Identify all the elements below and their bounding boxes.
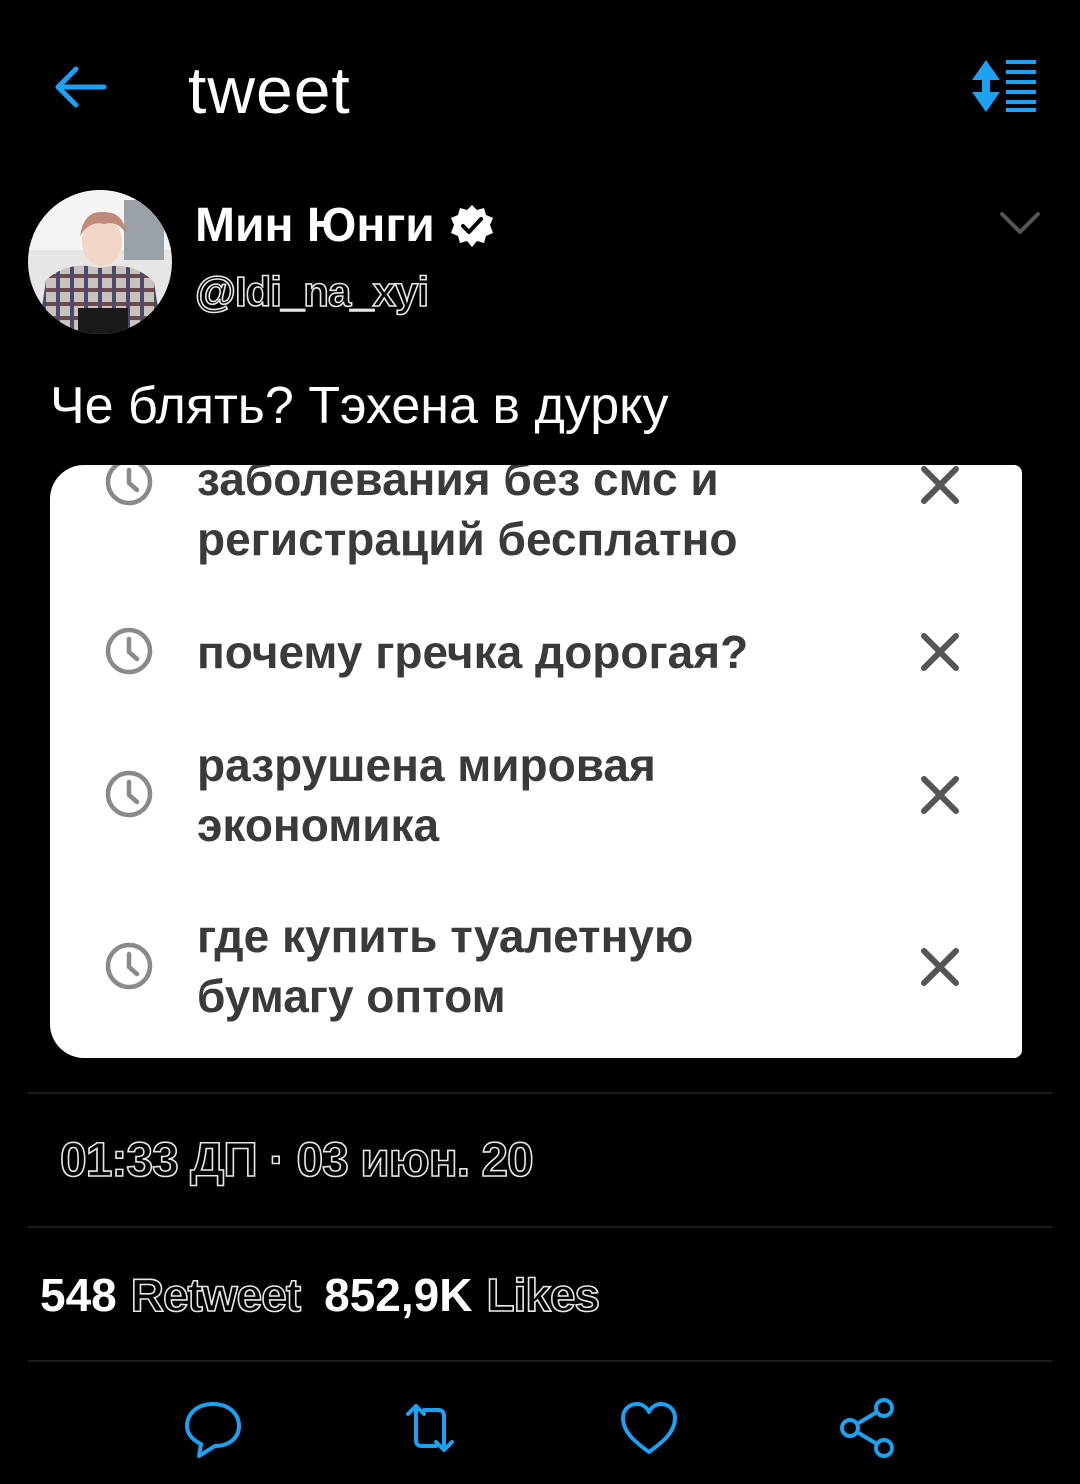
clock-icon <box>105 942 153 990</box>
like-icon[interactable] <box>617 1396 681 1460</box>
history-line: экономика <box>197 799 440 851</box>
reply-icon[interactable] <box>181 1396 245 1460</box>
close-icon[interactable] <box>918 630 962 674</box>
chevron-down-icon[interactable] <box>998 206 1042 242</box>
history-line: где купить туалетную <box>197 910 694 962</box>
share-icon[interactable] <box>836 1396 900 1460</box>
clock-icon <box>105 465 153 506</box>
arrow-left-icon[interactable] <box>50 62 108 112</box>
sort-icon[interactable] <box>966 58 1042 114</box>
timestamp: 01:33 ДП · 03 июн. 20 <box>59 1133 535 1188</box>
divider <box>28 1226 1052 1228</box>
retweet-count[interactable]: 548 <box>40 1268 117 1322</box>
like-label[interactable]: Likes <box>486 1268 601 1322</box>
divider <box>28 1092 1052 1094</box>
user-handle[interactable]: @Idi_na_xyi <box>194 267 430 316</box>
tweet-time: 01:33 ДП <box>59 1133 258 1188</box>
retweet-icon[interactable] <box>398 1396 462 1460</box>
history-line: разрушена мировая <box>197 739 656 791</box>
close-icon[interactable] <box>918 773 962 817</box>
user-name[interactable]: Мин Юнги <box>195 198 495 253</box>
retweet-label[interactable]: Retweet <box>130 1268 302 1322</box>
close-icon[interactable] <box>918 465 962 507</box>
avatar[interactable] <box>28 190 172 334</box>
close-icon[interactable] <box>918 945 962 989</box>
tweet-text: Че блять? Тэхена в дурку <box>50 377 669 435</box>
history-line: регистраций бесплатно <box>197 513 738 565</box>
attached-image[interactable]: заболевания без смс и регистраций беспла… <box>50 465 1022 1058</box>
history-line: почему гречка дорогая? <box>197 626 749 678</box>
top-bar: tweet <box>0 0 1080 180</box>
user-name-text: Мин Юнги <box>195 199 435 252</box>
timestamp-separator: · <box>268 1133 286 1188</box>
history-line: бумагу оптом <box>197 970 506 1022</box>
page-title: tweet <box>188 53 351 127</box>
history-line: заболевания без смс и <box>197 465 719 505</box>
tweet-date: 03 июн. 20 <box>296 1133 535 1188</box>
verified-badge-icon <box>450 204 493 247</box>
divider <box>28 1360 1052 1362</box>
tweet-stats: 548 Retweet 852,9K Likes <box>40 1268 609 1322</box>
like-count[interactable]: 852,9K <box>324 1268 472 1322</box>
clock-icon <box>105 627 153 675</box>
clock-icon <box>105 770 153 818</box>
